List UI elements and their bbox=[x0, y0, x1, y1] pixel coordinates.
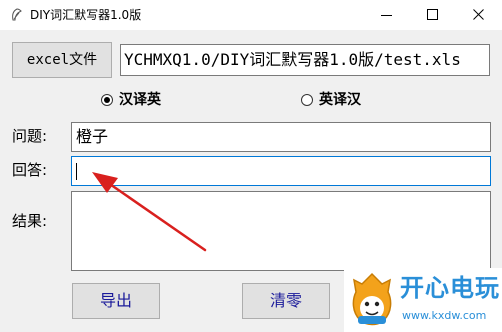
radio-button-selected[interactable] bbox=[101, 94, 113, 106]
close-button[interactable] bbox=[456, 0, 502, 30]
radio-button-unselected[interactable] bbox=[301, 94, 313, 106]
title-bar: DIY词汇默写器1.0版 bbox=[0, 0, 502, 30]
answer-input[interactable] bbox=[71, 156, 491, 186]
clear-button[interactable]: 清零 bbox=[242, 283, 330, 319]
maximize-button[interactable] bbox=[410, 0, 456, 30]
minimize-button[interactable] bbox=[364, 0, 410, 30]
watermark-brand: 开心电玩 bbox=[400, 274, 500, 302]
maximize-icon bbox=[427, 9, 438, 20]
question-field[interactable]: 橙子 bbox=[71, 122, 491, 152]
feather-app-icon bbox=[12, 8, 22, 21]
excel-file-button[interactable]: excel文件 bbox=[12, 42, 112, 78]
watermark-url: www.kxdw.com bbox=[402, 309, 487, 322]
minimize-icon bbox=[381, 15, 392, 16]
radio-label-chinese-to-english: 汉译英 bbox=[119, 92, 161, 108]
export-button[interactable]: 导出 bbox=[72, 283, 160, 319]
radio-label-english-to-chinese: 英译汉 bbox=[319, 92, 361, 108]
window-title: DIY词汇默写器1.0版 bbox=[30, 8, 142, 22]
text-caret bbox=[76, 163, 77, 180]
answer-label: 回答: bbox=[12, 161, 48, 179]
result-textarea[interactable] bbox=[71, 191, 491, 271]
close-icon bbox=[473, 9, 484, 20]
radio-english-to-chinese[interactable]: 英译汉 bbox=[301, 92, 371, 109]
mascot-logo-icon bbox=[352, 272, 392, 326]
file-path-field[interactable]: YCHMXQ1.0/DIY词汇默写器1.0版/test.xls bbox=[120, 44, 490, 76]
question-label: 问题: bbox=[12, 127, 48, 145]
result-label: 结果: bbox=[12, 212, 48, 230]
radio-chinese-to-english[interactable]: 汉译英 bbox=[101, 92, 171, 109]
radio-dot bbox=[104, 97, 110, 103]
watermark: 开心电玩 www.kxdw.com bbox=[344, 268, 502, 332]
